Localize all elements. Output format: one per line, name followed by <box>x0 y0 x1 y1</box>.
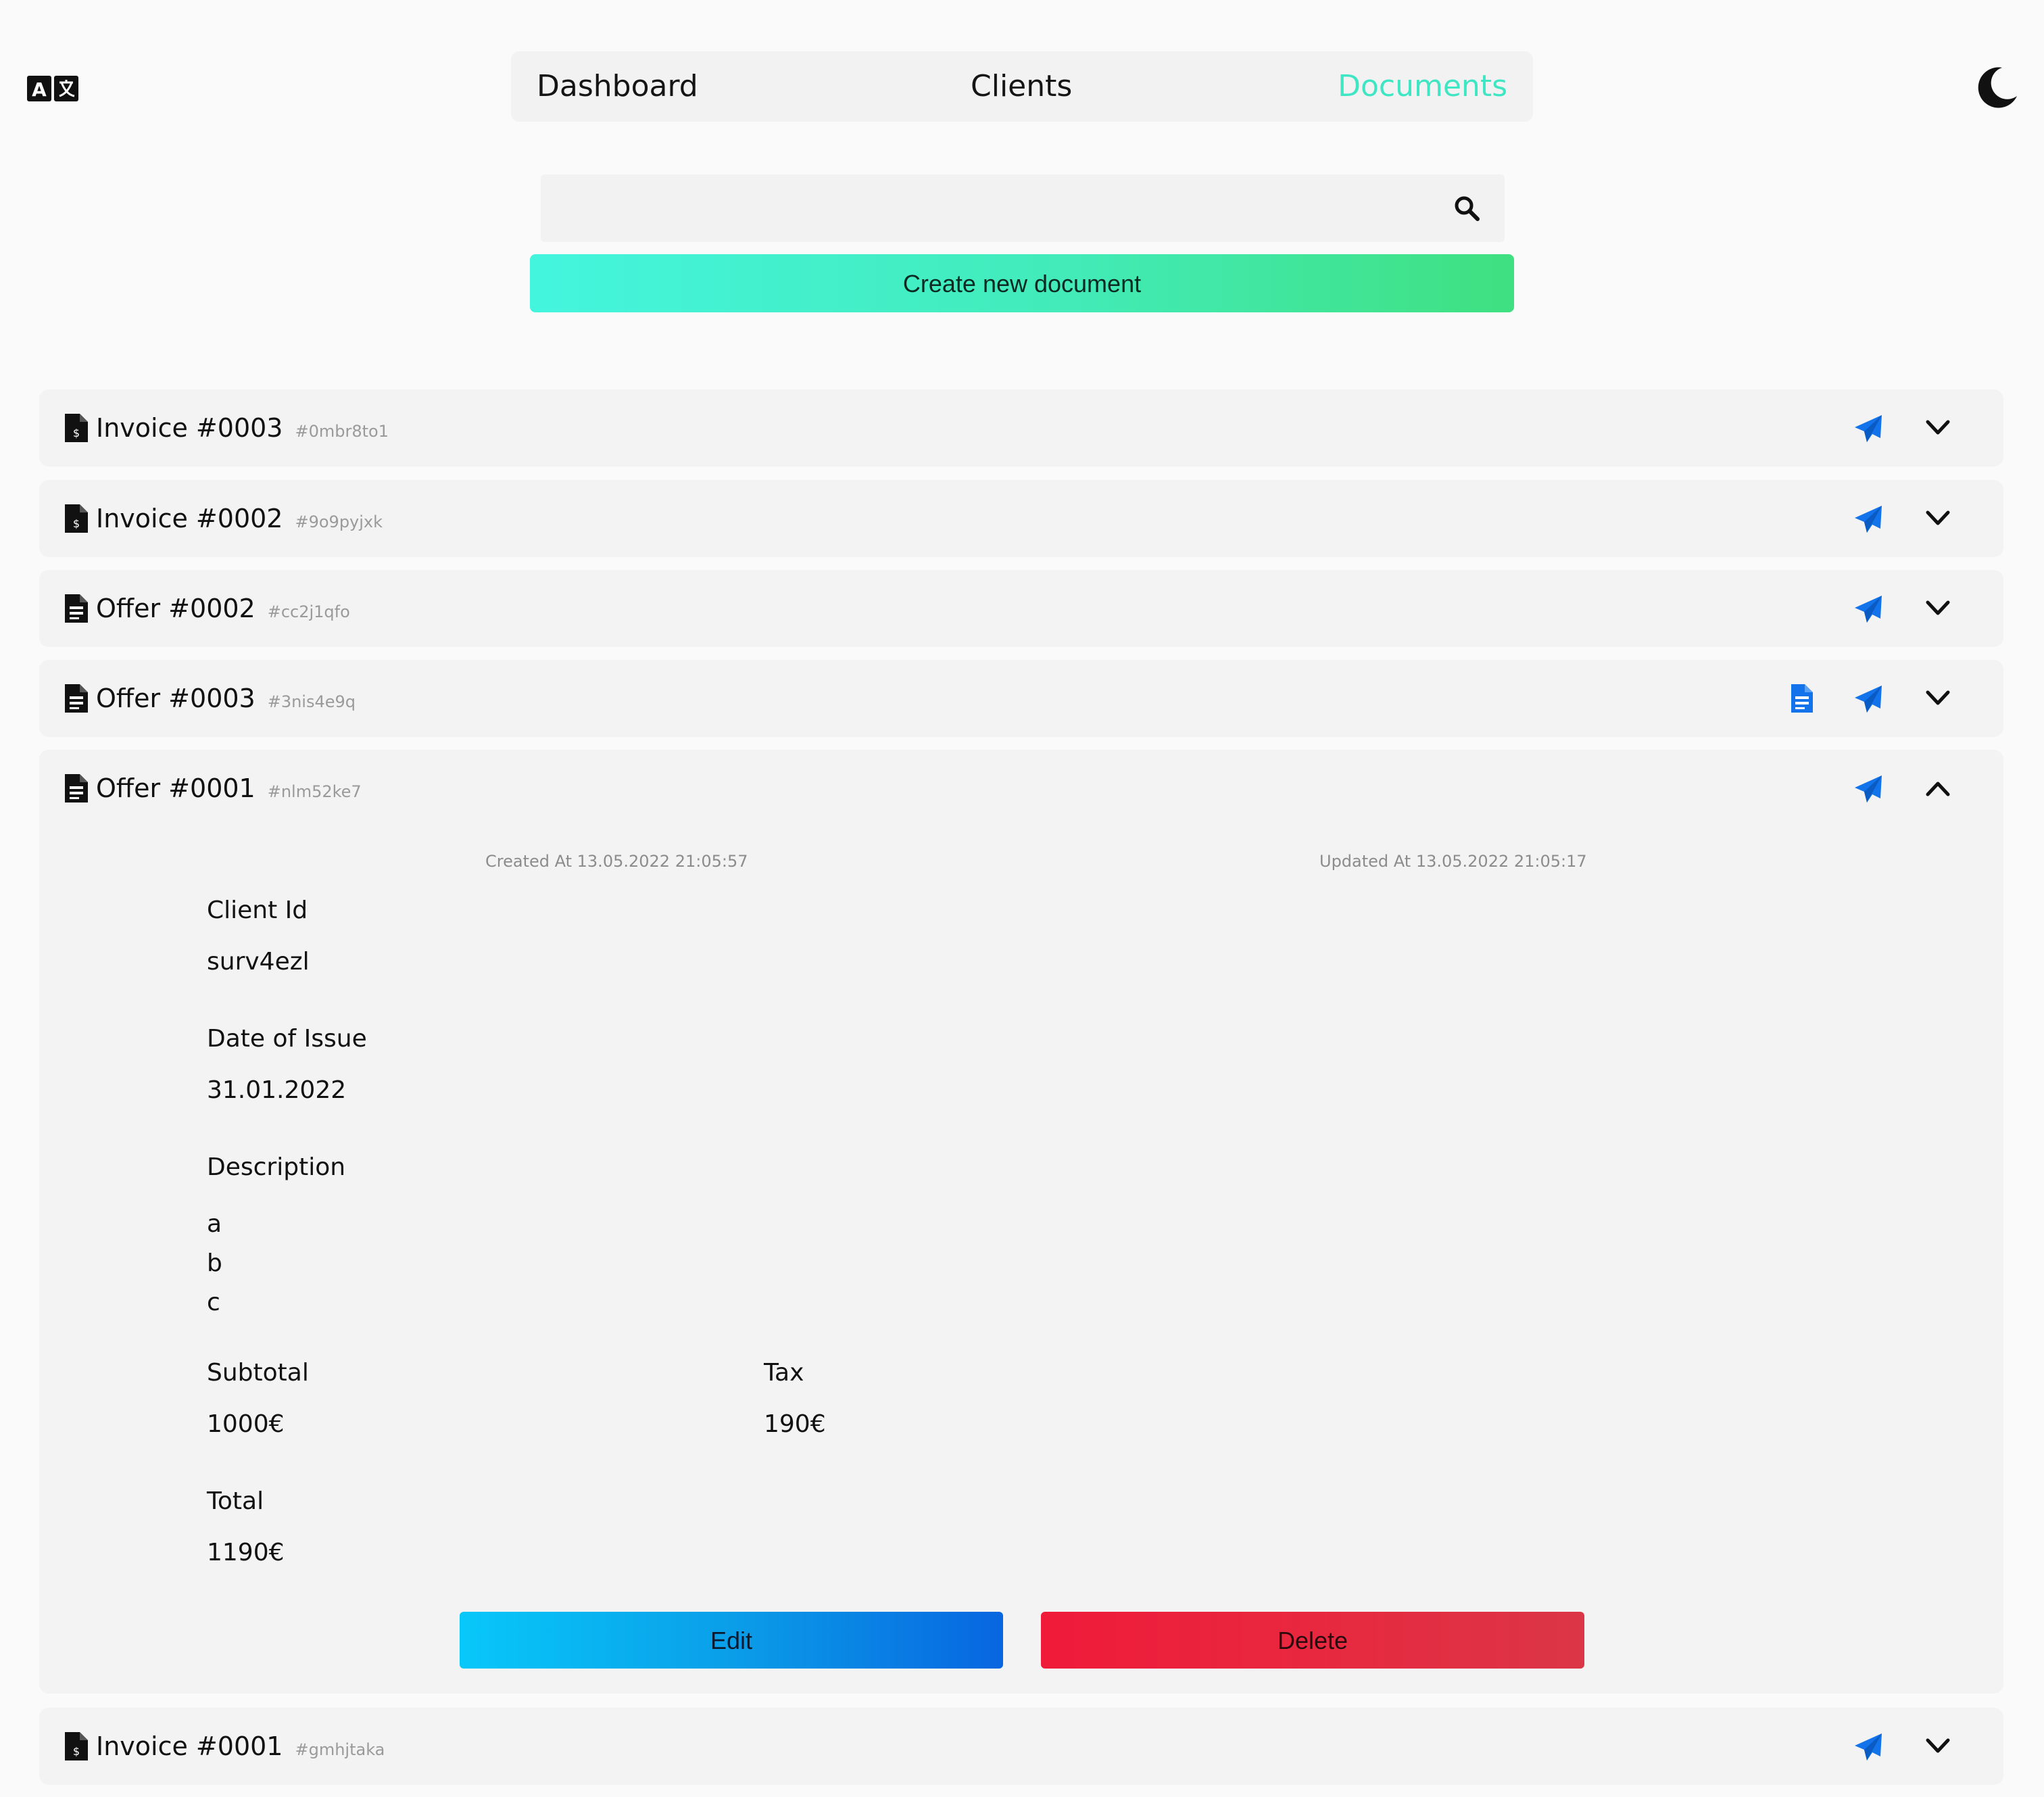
document-row[interactable]: $ Invoice #0003 #0mbr8to1 <box>39 389 2003 466</box>
offer-file-icon <box>65 774 88 802</box>
svg-text:A: A <box>32 78 47 101</box>
invoice-file-icon: $ <box>65 414 88 442</box>
document-row[interactable]: Offer #0003 #3nis4e9q <box>39 660 2003 737</box>
total-value: 1190€ <box>207 1539 285 1566</box>
date-of-issue-value: 31.01.2022 <box>207 1076 347 1104</box>
description-line: b <box>207 1249 222 1277</box>
total-label: Total <box>207 1487 264 1515</box>
tax-label: Tax <box>764 1359 804 1387</box>
tax-value: 190€ <box>764 1410 826 1438</box>
document-row-header[interactable]: Offer #0001 #nlm52ke7 <box>39 750 2003 827</box>
offer-file-icon <box>65 594 88 623</box>
chevron-down-icon[interactable] <box>1925 598 1951 619</box>
send-icon[interactable] <box>1853 594 1883 624</box>
subtotal-value: 1000€ <box>207 1410 285 1438</box>
document-row-header[interactable]: $ Invoice #0002 #9o9pyjxk <box>39 480 2003 557</box>
document-title: Offer #0001 <box>96 773 256 803</box>
subtotal-label: Subtotal <box>207 1359 309 1387</box>
nav-documents[interactable]: Documents <box>1338 51 1507 122</box>
description-value: a b c <box>207 1205 222 1322</box>
chevron-down-icon[interactable] <box>1925 418 1951 438</box>
send-icon[interactable] <box>1853 684 1883 714</box>
client-id-label: Client Id <box>207 896 308 924</box>
chevron-down-icon[interactable] <box>1925 508 1951 529</box>
document-row-header[interactable]: $ Invoice #0001 #gmhjtaka <box>39 1708 2003 1785</box>
description-line: a <box>207 1210 222 1238</box>
document-row-expanded: Offer #0001 #nlm52ke7 <box>39 750 2003 1694</box>
document-title: Invoice #0001 <box>96 1731 283 1761</box>
svg-text:$: $ <box>73 517 80 530</box>
pdf-document-icon[interactable] <box>1791 684 1813 713</box>
chevron-down-icon[interactable] <box>1925 1736 1951 1756</box>
main-nav: Dashboard Clients Documents <box>511 51 1533 122</box>
document-row[interactable]: $ Invoice #0001 #gmhjtaka <box>39 1708 2003 1785</box>
nav-clients[interactable]: Clients <box>971 51 1072 122</box>
send-icon[interactable] <box>1853 1732 1883 1762</box>
date-of-issue-label: Date of Issue <box>207 1025 367 1053</box>
language-icon[interactable]: A <box>27 76 78 101</box>
svg-text:$: $ <box>73 1745 80 1758</box>
chevron-up-icon[interactable] <box>1925 778 1951 798</box>
search-bar <box>541 174 1505 242</box>
description-label: Description <box>207 1153 346 1181</box>
client-id-value: surv4ezl <box>207 948 310 976</box>
document-id: #nlm52ke7 <box>267 782 362 801</box>
search-icon[interactable] <box>1453 195 1480 222</box>
send-icon[interactable] <box>1853 414 1883 444</box>
svg-text:$: $ <box>73 427 80 439</box>
description-line: c <box>207 1289 220 1316</box>
updated-at: Updated At 13.05.2022 21:05:17 <box>1319 852 1587 871</box>
invoice-file-icon: $ <box>65 504 88 533</box>
document-row-header[interactable]: Offer #0003 #3nis4e9q <box>39 660 2003 737</box>
document-title: Invoice #0003 <box>96 413 283 443</box>
document-title: Offer #0002 <box>96 594 256 623</box>
created-at: Created At 13.05.2022 21:05:57 <box>485 852 748 871</box>
document-title: Offer #0003 <box>96 684 256 713</box>
send-icon[interactable] <box>1853 774 1883 804</box>
create-document-button[interactable]: Create new document <box>530 254 1514 312</box>
document-id: #9o9pyjxk <box>295 512 383 531</box>
search-input[interactable] <box>541 174 1419 242</box>
document-id: #cc2j1qfo <box>267 602 350 621</box>
document-id: #3nis4e9q <box>267 692 356 711</box>
document-row-header[interactable]: Offer #0002 #cc2j1qfo <box>39 570 2003 647</box>
edit-button[interactable]: Edit <box>460 1612 1003 1669</box>
offer-file-icon <box>65 684 88 713</box>
send-icon[interactable] <box>1853 504 1883 534</box>
document-id: #gmhjtaka <box>295 1740 385 1759</box>
moon-icon[interactable] <box>1975 65 2020 110</box>
document-title: Invoice #0002 <box>96 504 283 533</box>
document-row[interactable]: $ Invoice #0002 #9o9pyjxk <box>39 480 2003 557</box>
chevron-down-icon[interactable] <box>1925 688 1951 709</box>
document-row[interactable]: Offer #0002 #cc2j1qfo <box>39 570 2003 647</box>
document-id: #0mbr8to1 <box>295 422 389 441</box>
document-row-header[interactable]: $ Invoice #0003 #0mbr8to1 <box>39 389 2003 466</box>
delete-button[interactable]: Delete <box>1041 1612 1584 1669</box>
invoice-file-icon: $ <box>65 1732 88 1760</box>
nav-dashboard[interactable]: Dashboard <box>537 51 698 122</box>
